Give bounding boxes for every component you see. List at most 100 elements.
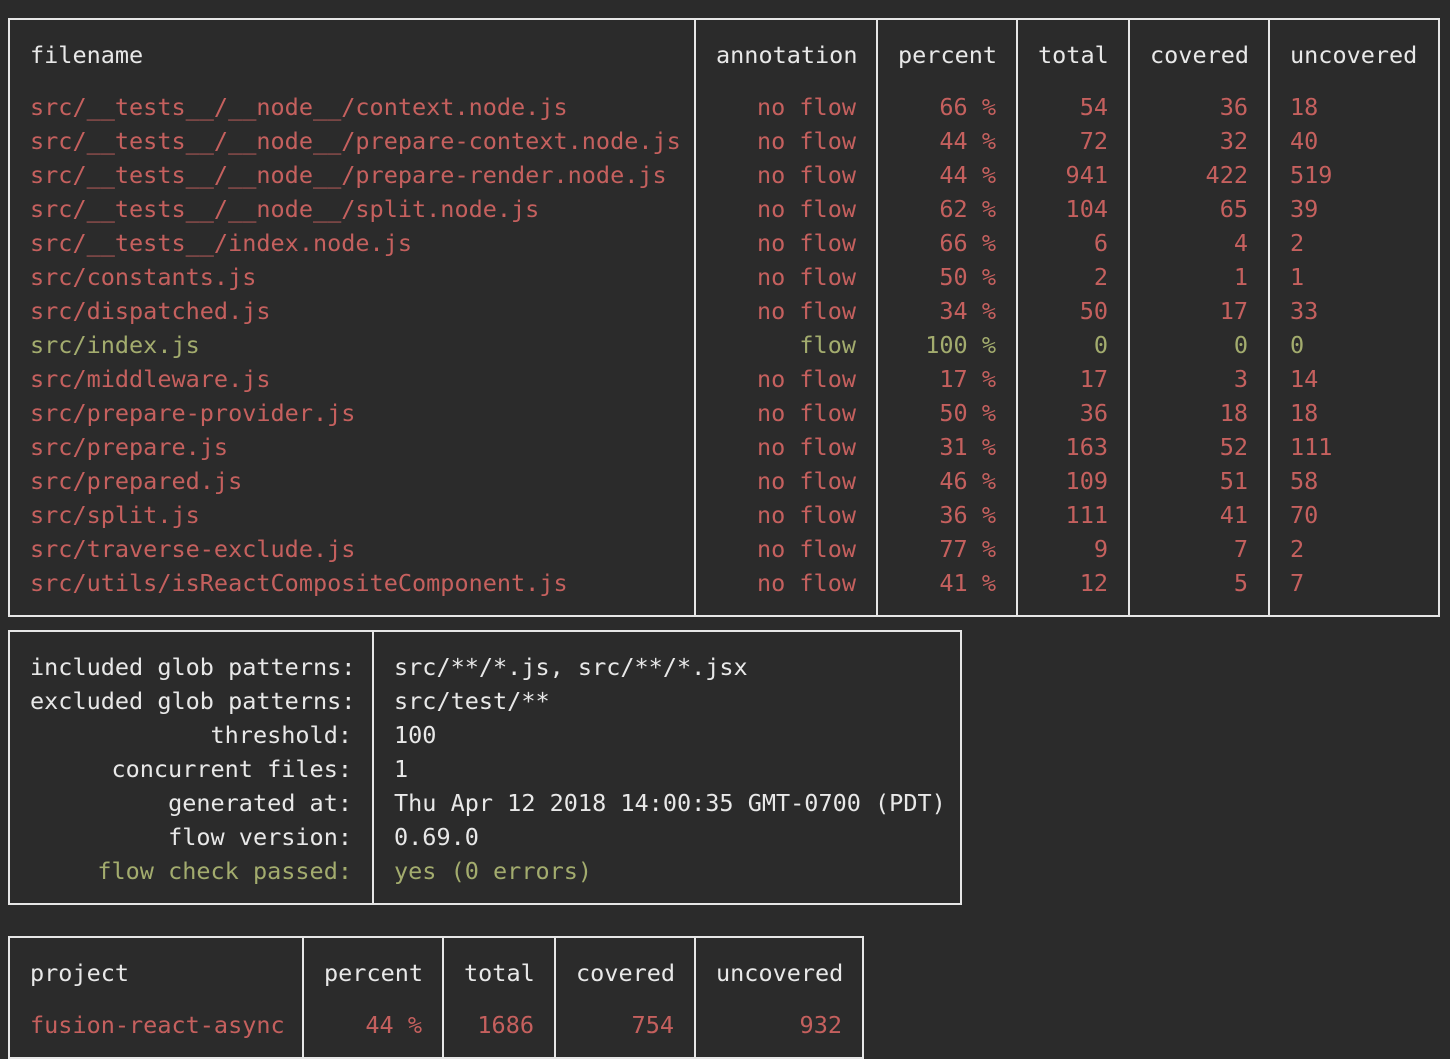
project-row: fusion-react-async 44 % 1686 754 932: [8, 990, 864, 1058]
file-annotation-cell: flow: [694, 328, 878, 362]
file-covered-cell: 1: [1128, 260, 1270, 294]
project-covered: 754: [554, 990, 696, 1058]
config-label: concurrent files:: [8, 752, 374, 786]
file-total-cell: 36: [1016, 396, 1130, 430]
file-name-cell: src/traverse-exclude.js: [8, 532, 696, 566]
file-covered-cell: 41: [1128, 498, 1270, 532]
table-row: src/middleware.js no flow 17 % 17 3 14: [8, 362, 1440, 396]
project-summary-table: project percent total covered uncovered …: [8, 936, 864, 1059]
table-row: src/__tests__/__node__/context.node.js no…: [8, 72, 1440, 124]
file-uncovered-cell: 14: [1268, 362, 1440, 396]
file-name-cell: src/prepare.js: [8, 430, 696, 464]
header-annotation: annotation: [694, 19, 878, 72]
file-total-cell: 6: [1016, 226, 1130, 260]
file-covered-cell: 65: [1128, 192, 1270, 226]
file-covered-cell: 17: [1128, 294, 1270, 328]
table-row: src/split.js no flow 36 % 111 41 70: [8, 498, 1440, 532]
header-filename: filename: [8, 19, 696, 72]
header-total: total: [1016, 19, 1130, 72]
file-annotation-cell: no flow: [694, 498, 878, 532]
table-row: src/prepared.js no flow 46 % 109 51 58: [8, 464, 1440, 498]
file-covered-cell: 32: [1128, 124, 1270, 158]
config-value: 1: [372, 752, 962, 786]
header-uncovered: uncovered: [1268, 19, 1440, 72]
table-row: src/prepare.js no flow 31 % 163 52 111: [8, 430, 1440, 464]
file-percent-cell: 77 %: [876, 532, 1018, 566]
config-label: excluded glob patterns:: [8, 684, 374, 718]
file-uncovered-cell: 1: [1268, 260, 1440, 294]
file-percent-cell: 62 %: [876, 192, 1018, 226]
file-total-cell: 104: [1016, 192, 1130, 226]
config-label: flow check passed:: [8, 854, 374, 904]
file-covered-cell: 422: [1128, 158, 1270, 192]
file-name-cell: src/split.js: [8, 498, 696, 532]
header-project-total: total: [442, 937, 556, 990]
file-covered-cell: 3: [1128, 362, 1270, 396]
file-coverage-rows: src/__tests__/__node__/context.node.js no…: [8, 72, 1440, 616]
file-total-cell: 12: [1016, 566, 1130, 616]
file-annotation-cell: no flow: [694, 430, 878, 464]
file-total-cell: 72: [1016, 124, 1130, 158]
header-project-covered: covered: [554, 937, 696, 990]
table-row: src/traverse-exclude.js no flow 77 % 9 7 2: [8, 532, 1440, 566]
table-row: src/__tests__/__node__/split.node.js no f…: [8, 192, 1440, 226]
file-percent-cell: 46 %: [876, 464, 1018, 498]
file-annotation-cell: no flow: [694, 464, 878, 498]
file-uncovered-cell: 70: [1268, 498, 1440, 532]
table-row: src/__tests__/index.node.js no flow 66 % 6 4…: [8, 226, 1440, 260]
file-name-cell: src/prepare-provider.js: [8, 396, 696, 430]
file-uncovered-cell: 40: [1268, 124, 1440, 158]
file-name-cell: src/__tests__/__node__/prepare-context.n…: [8, 124, 696, 158]
file-covered-cell: 4: [1128, 226, 1270, 260]
file-annotation-cell: no flow: [694, 532, 878, 566]
project-percent: 44 %: [302, 990, 444, 1058]
file-percent-cell: 50 %: [876, 396, 1018, 430]
file-name-cell: src/__tests__/index.node.js: [8, 226, 696, 260]
file-annotation-cell: no flow: [694, 260, 878, 294]
file-uncovered-cell: 111: [1268, 430, 1440, 464]
file-uncovered-cell: 519: [1268, 158, 1440, 192]
file-total-cell: 54: [1016, 72, 1130, 124]
file-covered-cell: 18: [1128, 396, 1270, 430]
config-label: flow version:: [8, 820, 374, 854]
file-total-cell: 941: [1016, 158, 1130, 192]
file-uncovered-cell: 2: [1268, 532, 1440, 566]
file-annotation-cell: no flow: [694, 396, 878, 430]
file-uncovered-cell: 33: [1268, 294, 1440, 328]
file-covered-cell: 51: [1128, 464, 1270, 498]
file-name-cell: src/__tests__/__node__/prepare-render.no…: [8, 158, 696, 192]
file-coverage-header-row: filename annotation percent total covere…: [8, 19, 1440, 72]
config-row: flow check passed: yes (0 errors): [8, 854, 962, 904]
file-percent-cell: 100 %: [876, 328, 1018, 362]
file-name-cell: src/middleware.js: [8, 362, 696, 396]
file-annotation-cell: no flow: [694, 226, 878, 260]
file-percent-cell: 44 %: [876, 124, 1018, 158]
file-total-cell: 109: [1016, 464, 1130, 498]
table-row: src/utils/isReactCompositeComponent.js no…: [8, 566, 1440, 616]
file-annotation-cell: no flow: [694, 158, 878, 192]
project-total: 1686: [442, 990, 556, 1058]
file-total-cell: 163: [1016, 430, 1130, 464]
project-header-row: project percent total covered uncovered: [8, 937, 864, 990]
file-uncovered-cell: 18: [1268, 72, 1440, 124]
header-project-uncovered: uncovered: [694, 937, 864, 990]
config-label: generated at:: [8, 786, 374, 820]
file-name-cell: src/utils/isReactCompositeComponent.js: [8, 566, 696, 616]
file-percent-cell: 31 %: [876, 430, 1018, 464]
file-name-cell: src/__tests__/__node__/context.node.js: [8, 72, 696, 124]
config-value: Thu Apr 12 2018 14:00:35 GMT-0700 (PDT): [372, 786, 962, 820]
table-row: src/prepare-provider.js no flow 50 % 36 18 18: [8, 396, 1440, 430]
file-uncovered-cell: 18: [1268, 396, 1440, 430]
config-value: src/**/*.js, src/**/*.jsx: [372, 631, 962, 684]
file-covered-cell: 7: [1128, 532, 1270, 566]
file-uncovered-cell: 2: [1268, 226, 1440, 260]
file-annotation-cell: no flow: [694, 124, 878, 158]
file-covered-cell: 5: [1128, 566, 1270, 616]
config-row: threshold: 100: [8, 718, 962, 752]
config-row: included glob patterns: src/**/*.js, src/…: [8, 631, 962, 684]
file-name-cell: src/dispatched.js: [8, 294, 696, 328]
config-label: included glob patterns:: [8, 631, 374, 684]
file-percent-cell: 66 %: [876, 226, 1018, 260]
file-percent-cell: 66 %: [876, 72, 1018, 124]
file-uncovered-cell: 39: [1268, 192, 1440, 226]
